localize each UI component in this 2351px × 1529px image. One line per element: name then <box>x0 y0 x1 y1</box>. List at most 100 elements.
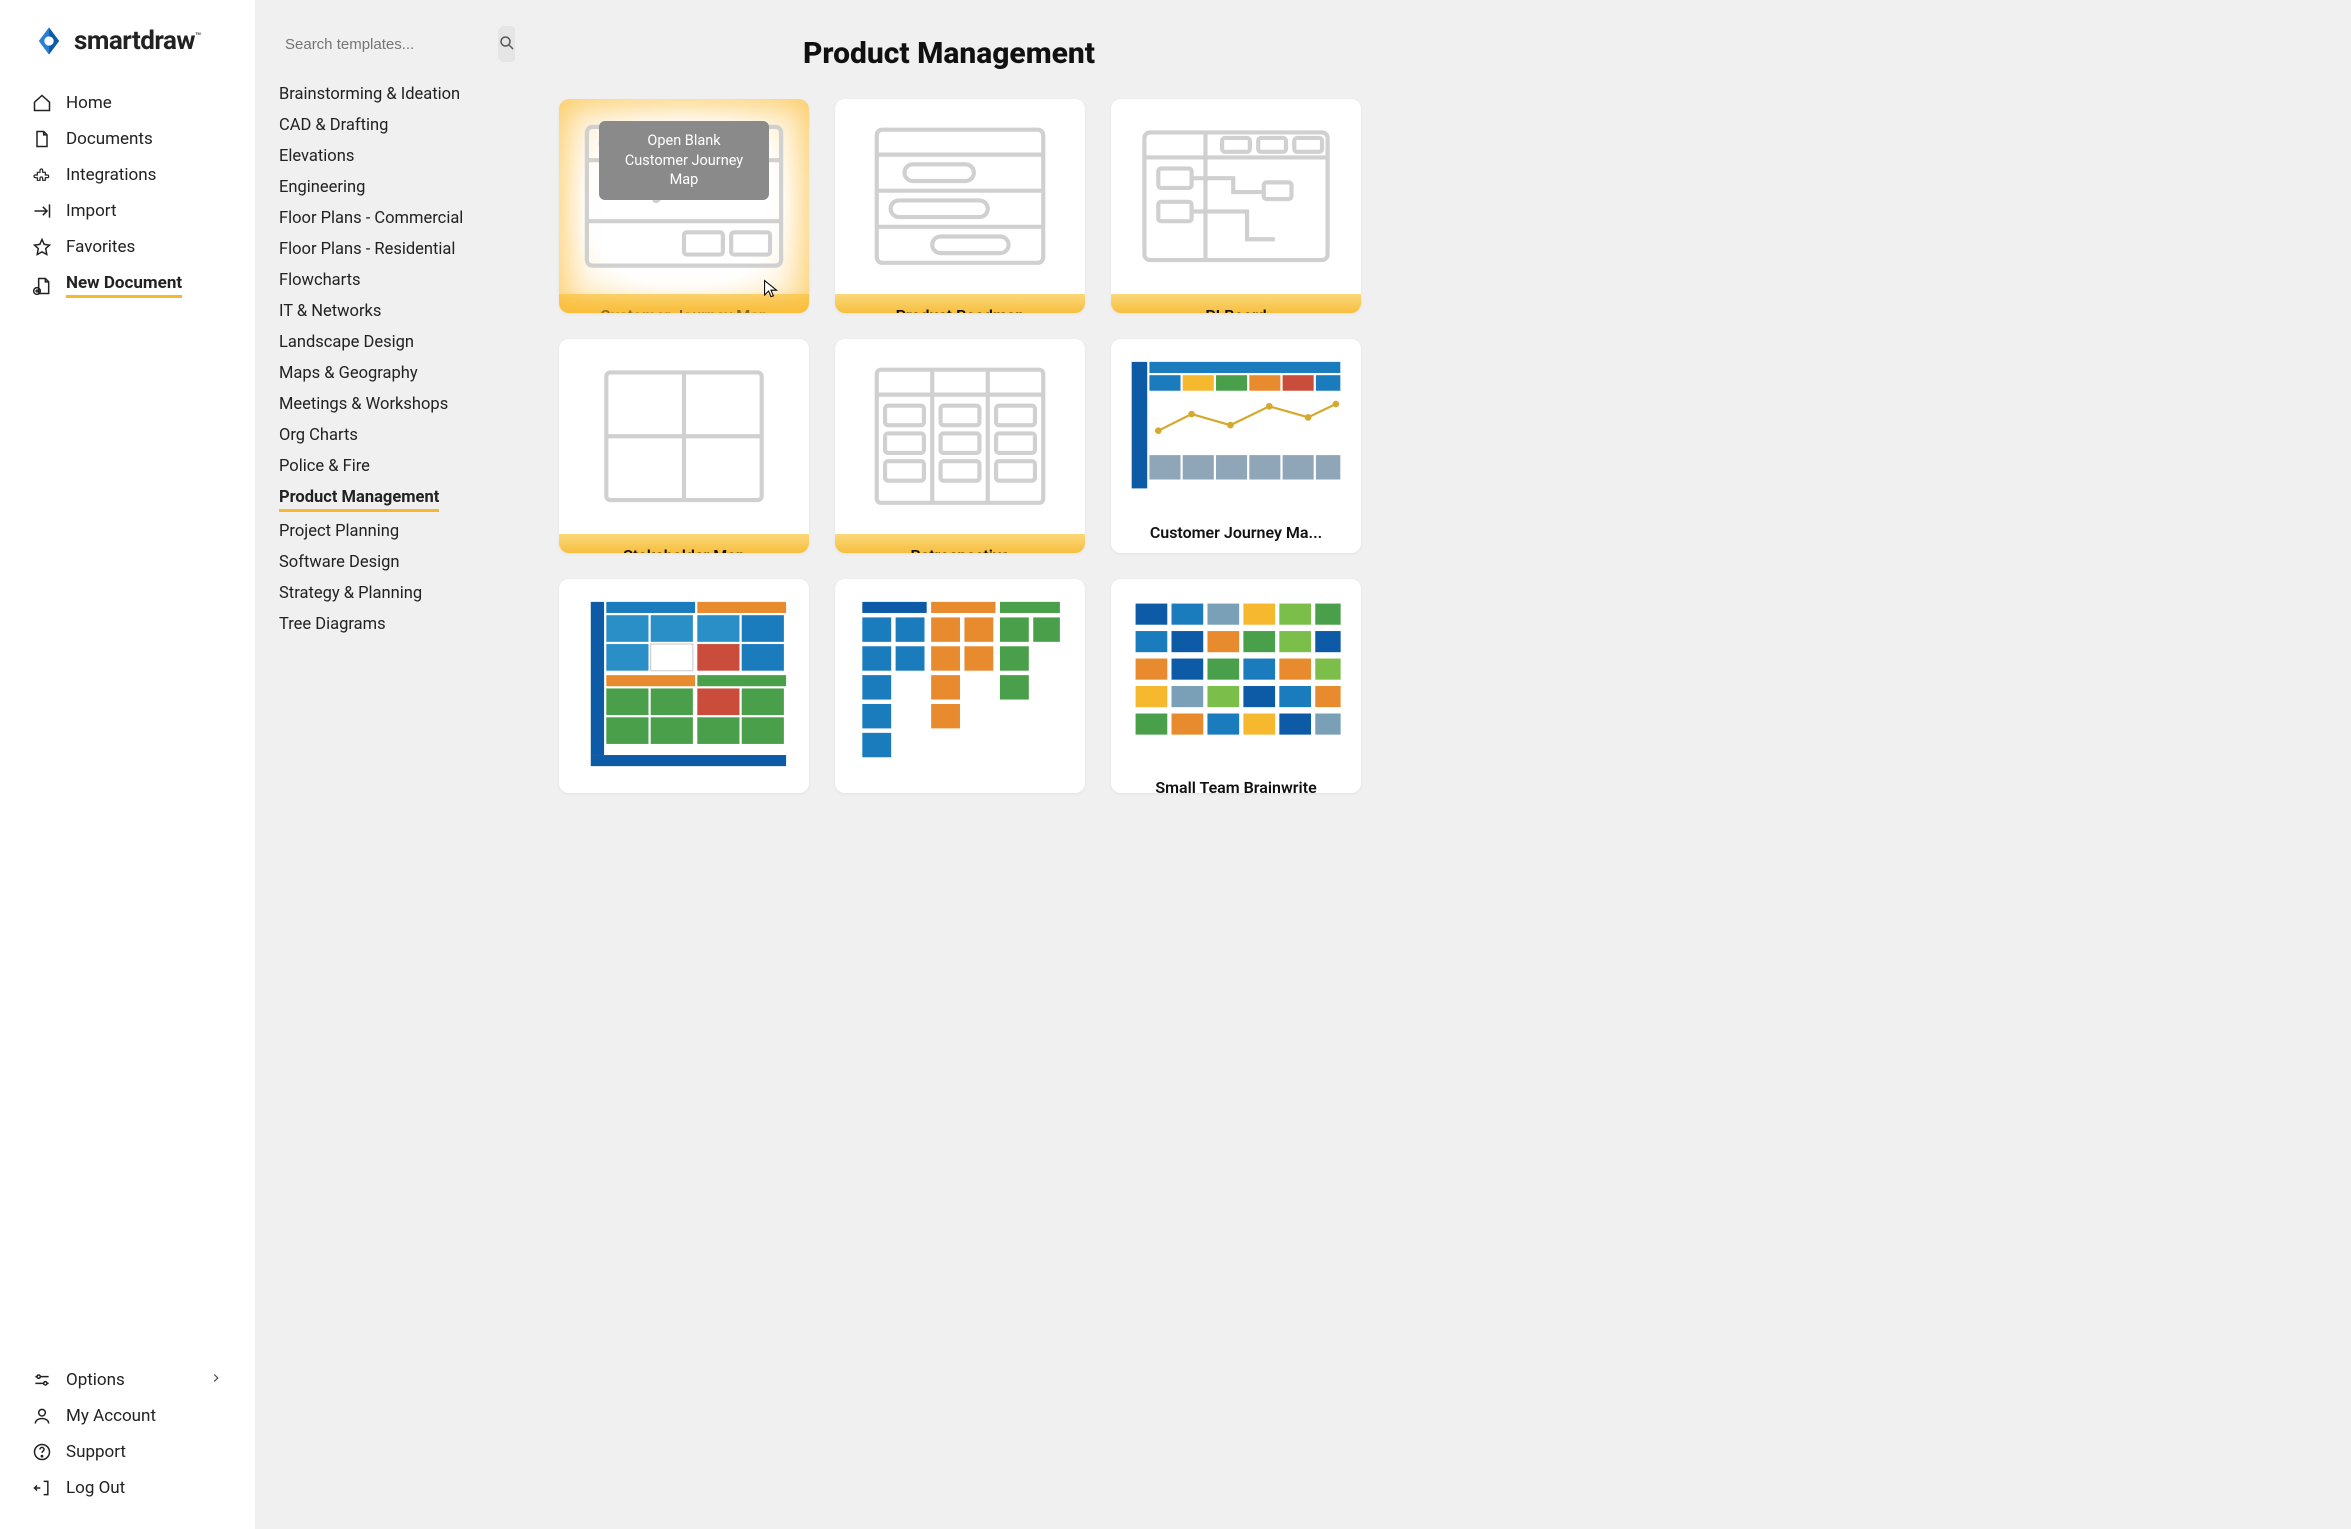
card-label: Small Team Brainwrite <box>1111 766 1361 793</box>
logout-icon <box>32 1478 52 1498</box>
main-content: Product Management <box>515 0 2351 1529</box>
card-label: New Product Retrosp... <box>835 785 1085 793</box>
roadmap-thumb-icon <box>849 113 1071 280</box>
template-card-stakeholder-map[interactable]: Stakeholder Map <box>559 339 809 553</box>
category-item[interactable]: Maps & Geography <box>279 362 505 385</box>
card-thumb <box>1111 579 1361 766</box>
category-item[interactable]: Tree Diagrams <box>279 613 505 636</box>
search-button[interactable] <box>498 26 515 62</box>
template-card-retrospective[interactable]: Retrospective <box>835 339 1085 553</box>
nav-top: Home Documents Integrations Import <box>0 86 255 305</box>
nav-documents[interactable]: Documents <box>18 122 237 156</box>
card-thumb <box>559 339 809 534</box>
category-item[interactable]: Police & Fire <box>279 455 505 478</box>
template-card-new-product-retro[interactable]: New Product Retrosp... <box>835 579 1085 793</box>
star-icon <box>32 237 52 257</box>
card-thumb <box>559 579 809 785</box>
stakeholder-thumb-icon <box>573 353 795 520</box>
nav-home[interactable]: Home <box>18 86 237 120</box>
template-card-healthcare-stakeholder[interactable]: Healthcare Stakehold... <box>559 579 809 793</box>
template-card-product-roadmap[interactable]: Product Roadmap <box>835 99 1085 313</box>
help-icon <box>32 1442 52 1462</box>
brand-name: smartdraw™ <box>74 26 201 56</box>
hover-tooltip: Open Blank Customer Journey Map <box>599 121 769 200</box>
search-input[interactable] <box>279 26 490 63</box>
card-label: Customer Journey Ma... <box>1111 511 1361 553</box>
category-item[interactable]: Brainstorming & Ideation <box>279 83 505 106</box>
category-item[interactable]: Floor Plans - Residential <box>279 238 505 261</box>
card-thumb <box>835 579 1085 785</box>
brand-logo: smartdraw™ <box>0 24 255 86</box>
nav-label: Options <box>66 1370 125 1390</box>
category-item[interactable]: Strategy & Planning <box>279 582 505 605</box>
retro-thumb-icon <box>849 353 1071 520</box>
puzzle-icon <box>32 165 52 185</box>
card-thumb <box>1111 99 1361 294</box>
nav-label: Integrations <box>66 165 156 185</box>
nav-integrations[interactable]: Integrations <box>18 158 237 192</box>
category-item[interactable]: Org Charts <box>279 424 505 447</box>
healthcare-thumb-icon <box>573 593 795 771</box>
card-thumb <box>1111 339 1361 511</box>
category-panel: Brainstorming & Ideation CAD & Drafting … <box>255 0 515 1529</box>
category-item[interactable]: Meetings & Workshops <box>279 393 505 416</box>
category-item[interactable]: Elevations <box>279 145 505 168</box>
card-thumb: Open Blank Customer Journey Map <box>559 99 809 294</box>
nav-label: New Document <box>66 273 182 298</box>
journey-example-thumb-icon <box>1125 353 1347 497</box>
card-label: Retrospective <box>835 534 1085 554</box>
new-document-icon <box>32 276 52 296</box>
page-title: Product Management <box>559 36 1339 71</box>
category-item[interactable]: Project Planning <box>279 520 505 543</box>
template-grid: Open Blank Customer Journey Map Customer… <box>559 99 2307 793</box>
brainwrite-thumb-icon <box>1125 593 1347 752</box>
user-icon <box>32 1406 52 1426</box>
nav-label: Log Out <box>66 1478 125 1498</box>
category-item[interactable]: Software Design <box>279 551 505 574</box>
nav-import[interactable]: Import <box>18 194 237 228</box>
document-icon <box>32 129 52 149</box>
nav-support[interactable]: Support <box>18 1435 237 1469</box>
category-item[interactable]: Flowcharts <box>279 269 505 292</box>
category-item[interactable]: Floor Plans - Commercial <box>279 207 505 230</box>
template-card-pi-board[interactable]: PI Board <box>1111 99 1361 313</box>
import-icon <box>32 201 52 221</box>
nav-new-document[interactable]: New Document <box>18 266 237 305</box>
cursor-icon <box>763 279 779 299</box>
nav-label: Documents <box>66 129 153 149</box>
category-item-active[interactable]: Product Management <box>279 486 439 512</box>
logo-icon <box>32 24 66 58</box>
app-root: smartdraw™ Home Documents Integrations <box>0 0 2351 1529</box>
nav-label: Import <box>66 201 117 221</box>
nav-options[interactable]: Options <box>18 1363 237 1397</box>
template-card-small-team-brainwrite[interactable]: Small Team Brainwrite <box>1111 579 1361 793</box>
nav-label: Support <box>66 1442 126 1462</box>
nav-label: Favorites <box>66 237 135 257</box>
nav-label: My Account <box>66 1406 156 1426</box>
nav-log-out[interactable]: Log Out <box>18 1471 237 1505</box>
search-icon <box>498 34 515 55</box>
home-icon <box>32 93 52 113</box>
category-item[interactable]: Landscape Design <box>279 331 505 354</box>
primary-sidebar: smartdraw™ Home Documents Integrations <box>0 0 255 1529</box>
card-label: Healthcare Stakehold... <box>559 785 809 793</box>
category-list: Brainstorming & Ideation CAD & Drafting … <box>279 83 505 636</box>
nav-label: Home <box>66 93 112 113</box>
category-item[interactable]: CAD & Drafting <box>279 114 505 137</box>
search-row <box>279 26 505 63</box>
retro-example-thumb-icon <box>849 593 1071 771</box>
card-label: PI Board <box>1111 294 1361 314</box>
category-item[interactable]: IT & Networks <box>279 300 505 323</box>
template-card-customer-journey-example[interactable]: Customer Journey Ma... <box>1111 339 1361 553</box>
card-thumb <box>835 339 1085 534</box>
card-label: Product Roadmap <box>835 294 1085 314</box>
chevron-right-icon <box>209 1370 223 1390</box>
category-item[interactable]: Engineering <box>279 176 505 199</box>
card-label: Stakeholder Map <box>559 534 809 554</box>
nav-favorites[interactable]: Favorites <box>18 230 237 264</box>
nav-my-account[interactable]: My Account <box>18 1399 237 1433</box>
sliders-icon <box>32 1370 52 1390</box>
template-card-customer-journey-map[interactable]: Open Blank Customer Journey Map Customer… <box>559 99 809 313</box>
card-thumb <box>835 99 1085 294</box>
nav-bottom: Options My Account Support <box>0 1363 255 1505</box>
